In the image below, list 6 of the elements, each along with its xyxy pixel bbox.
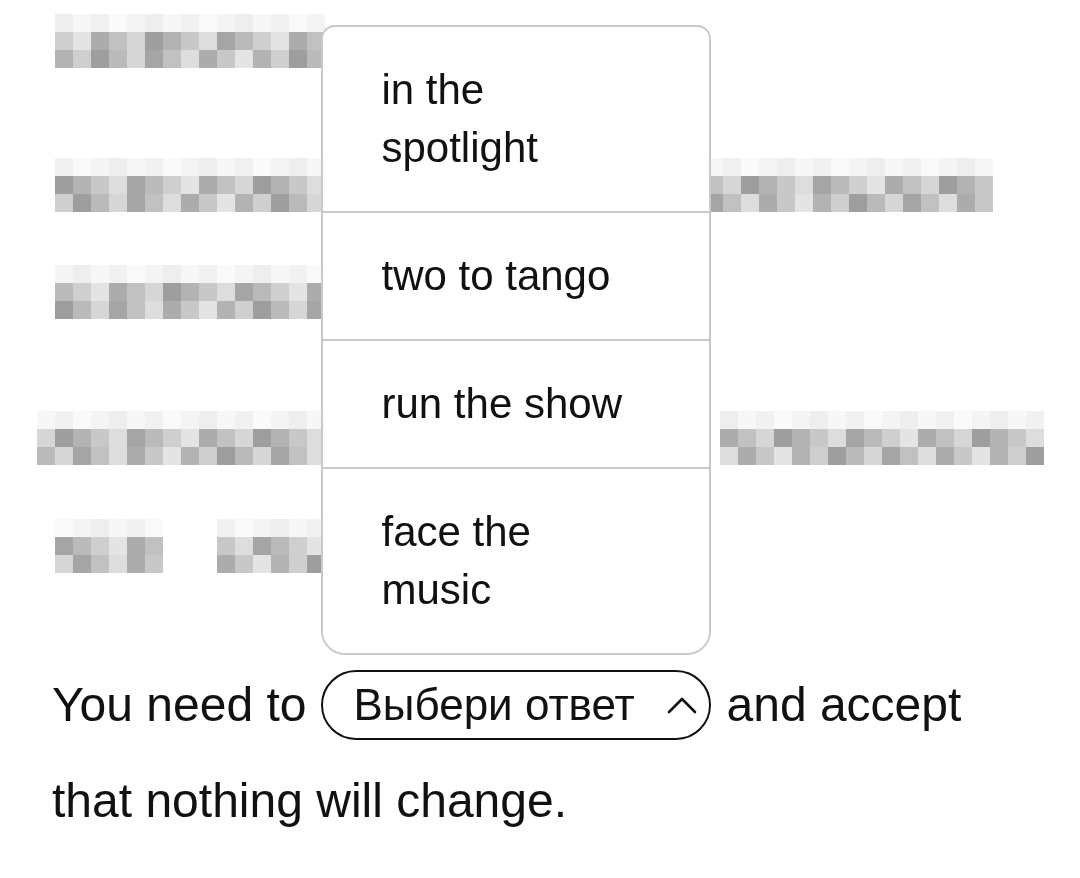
dropdown-option[interactable]: face the music (323, 467, 710, 653)
answer-dropdown[interactable]: Выбери ответ (321, 670, 712, 740)
sentence-text: and accept (726, 677, 962, 733)
sentence-text: that nothing will change. (52, 773, 567, 829)
sentence-text: You need to (52, 677, 307, 733)
chevron-up-icon (667, 696, 698, 714)
